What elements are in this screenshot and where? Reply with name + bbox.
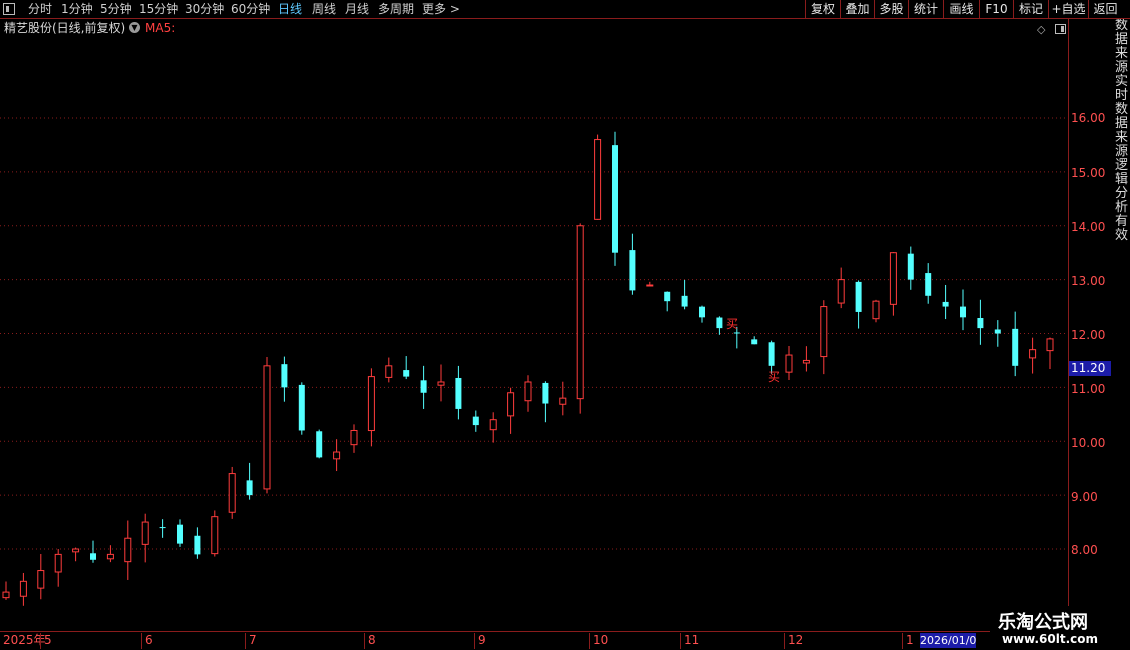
candle-body [907,253,914,280]
candle-body [925,273,932,296]
x-tick-label: 6 [141,633,153,649]
watermark-url: www.60lt.com [1002,632,1099,646]
candle-body [159,527,166,529]
candle-body [576,225,584,400]
y-tick-label: 14.00 [1071,220,1106,234]
y-tick-label: 12.00 [1071,328,1106,342]
x-tick-label: 12 [784,633,803,649]
candle-body [37,570,45,589]
candle-body [733,332,740,334]
x-tick-label: 2025年 [3,633,46,647]
side-info-strip: 数据来源实时数据来源逻辑分析有效 [1115,19,1129,243]
candle-body [594,139,602,220]
y-tick-label: 8.00 [1071,543,1098,557]
y-tick-label: 9.00 [1071,490,1098,504]
candle-body [177,524,183,544]
candle-body [837,279,845,304]
candle-body [1012,328,1019,366]
candle-body [681,295,688,307]
candle-body [994,329,1001,334]
candle-body [646,284,654,287]
candle-body [298,384,305,431]
stock-title: 精艺股份(日线,前复权) [4,21,126,35]
candle-body [211,516,219,555]
candle-body [106,553,114,560]
candle-body [785,354,793,373]
candle-body [228,473,236,513]
candle-body [437,381,445,386]
candle-body [54,553,62,573]
candle-body [19,580,27,597]
x-axis: 2025年 5 6 7 8 9 10 11 12 1 2026/01/0 [0,631,1130,650]
candle-body [72,548,80,553]
candle-body [141,521,149,545]
y-tick-label: 11.00 [1071,382,1106,396]
candle-body [507,392,515,417]
candle-body [367,376,375,432]
candle-body [629,250,636,291]
candle-body [664,291,671,302]
candle-body [751,339,758,345]
y-tick-label: 15.00 [1071,166,1106,180]
x-tick-label: 7 [245,633,257,649]
candle-body [263,365,271,490]
candle-body [855,281,862,312]
candle-body [2,591,10,599]
y-axis-border [1068,19,1069,631]
x-tick-label: 5 [40,633,52,649]
x-tick-label: 8 [364,633,376,649]
crosshair-date-box: 2026/01/0 [920,633,976,648]
candle-body [889,252,897,305]
candle-body [403,370,410,377]
candle-body [316,431,323,458]
candle-body [699,306,705,318]
candle-body [1046,338,1054,352]
panel-toggle-icon[interactable] [1055,24,1066,34]
buy-signal-label: 买 [768,370,781,384]
candle-body [489,419,497,431]
candle-body [977,318,984,329]
candle-body [768,342,775,366]
candle-body [942,301,949,307]
candle-body [542,382,549,404]
candle-body [802,359,810,364]
candle-body [246,480,253,496]
candle-body [716,317,723,329]
candle-body [90,553,96,560]
x-tick-label: 11 [680,633,699,649]
candle-body [194,535,201,555]
y-tick-label: 16.00 [1071,111,1106,125]
x-tick-label: 10 [589,633,608,649]
candle-body [455,377,462,409]
y-tick-label: 10.00 [1071,436,1106,450]
current-price-box: 11.20 [1069,361,1111,376]
y-tick-label: 13.00 [1071,274,1106,288]
candle-body [559,397,567,405]
candle-body [524,381,532,402]
candle-body [820,306,828,358]
candle-body [612,145,618,253]
watermark-name: 乐淘公式网 [998,612,1088,633]
candle-body [472,416,479,426]
candle-body [333,451,341,460]
candle-body [124,537,132,563]
x-tick-label: 9 [474,633,486,649]
ma5-label: MA5: [145,21,176,35]
candle-body [872,300,880,320]
x-tick-label: 1 [902,633,914,649]
candle-body [960,306,966,318]
candle-body [281,364,288,388]
title-dropdown-icon[interactable]: ▼ [129,22,140,33]
candle-body [350,429,358,446]
diamond-icon[interactable]: ◇ [1037,23,1045,36]
candle-body [420,380,427,393]
candlestick-chart[interactable] [0,0,1130,650]
candle-body [385,365,393,378]
buy-signal-label: 买 [726,317,739,331]
candle-body [1029,349,1037,359]
watermark: 乐淘公式网 www.60lt.com [990,606,1130,650]
